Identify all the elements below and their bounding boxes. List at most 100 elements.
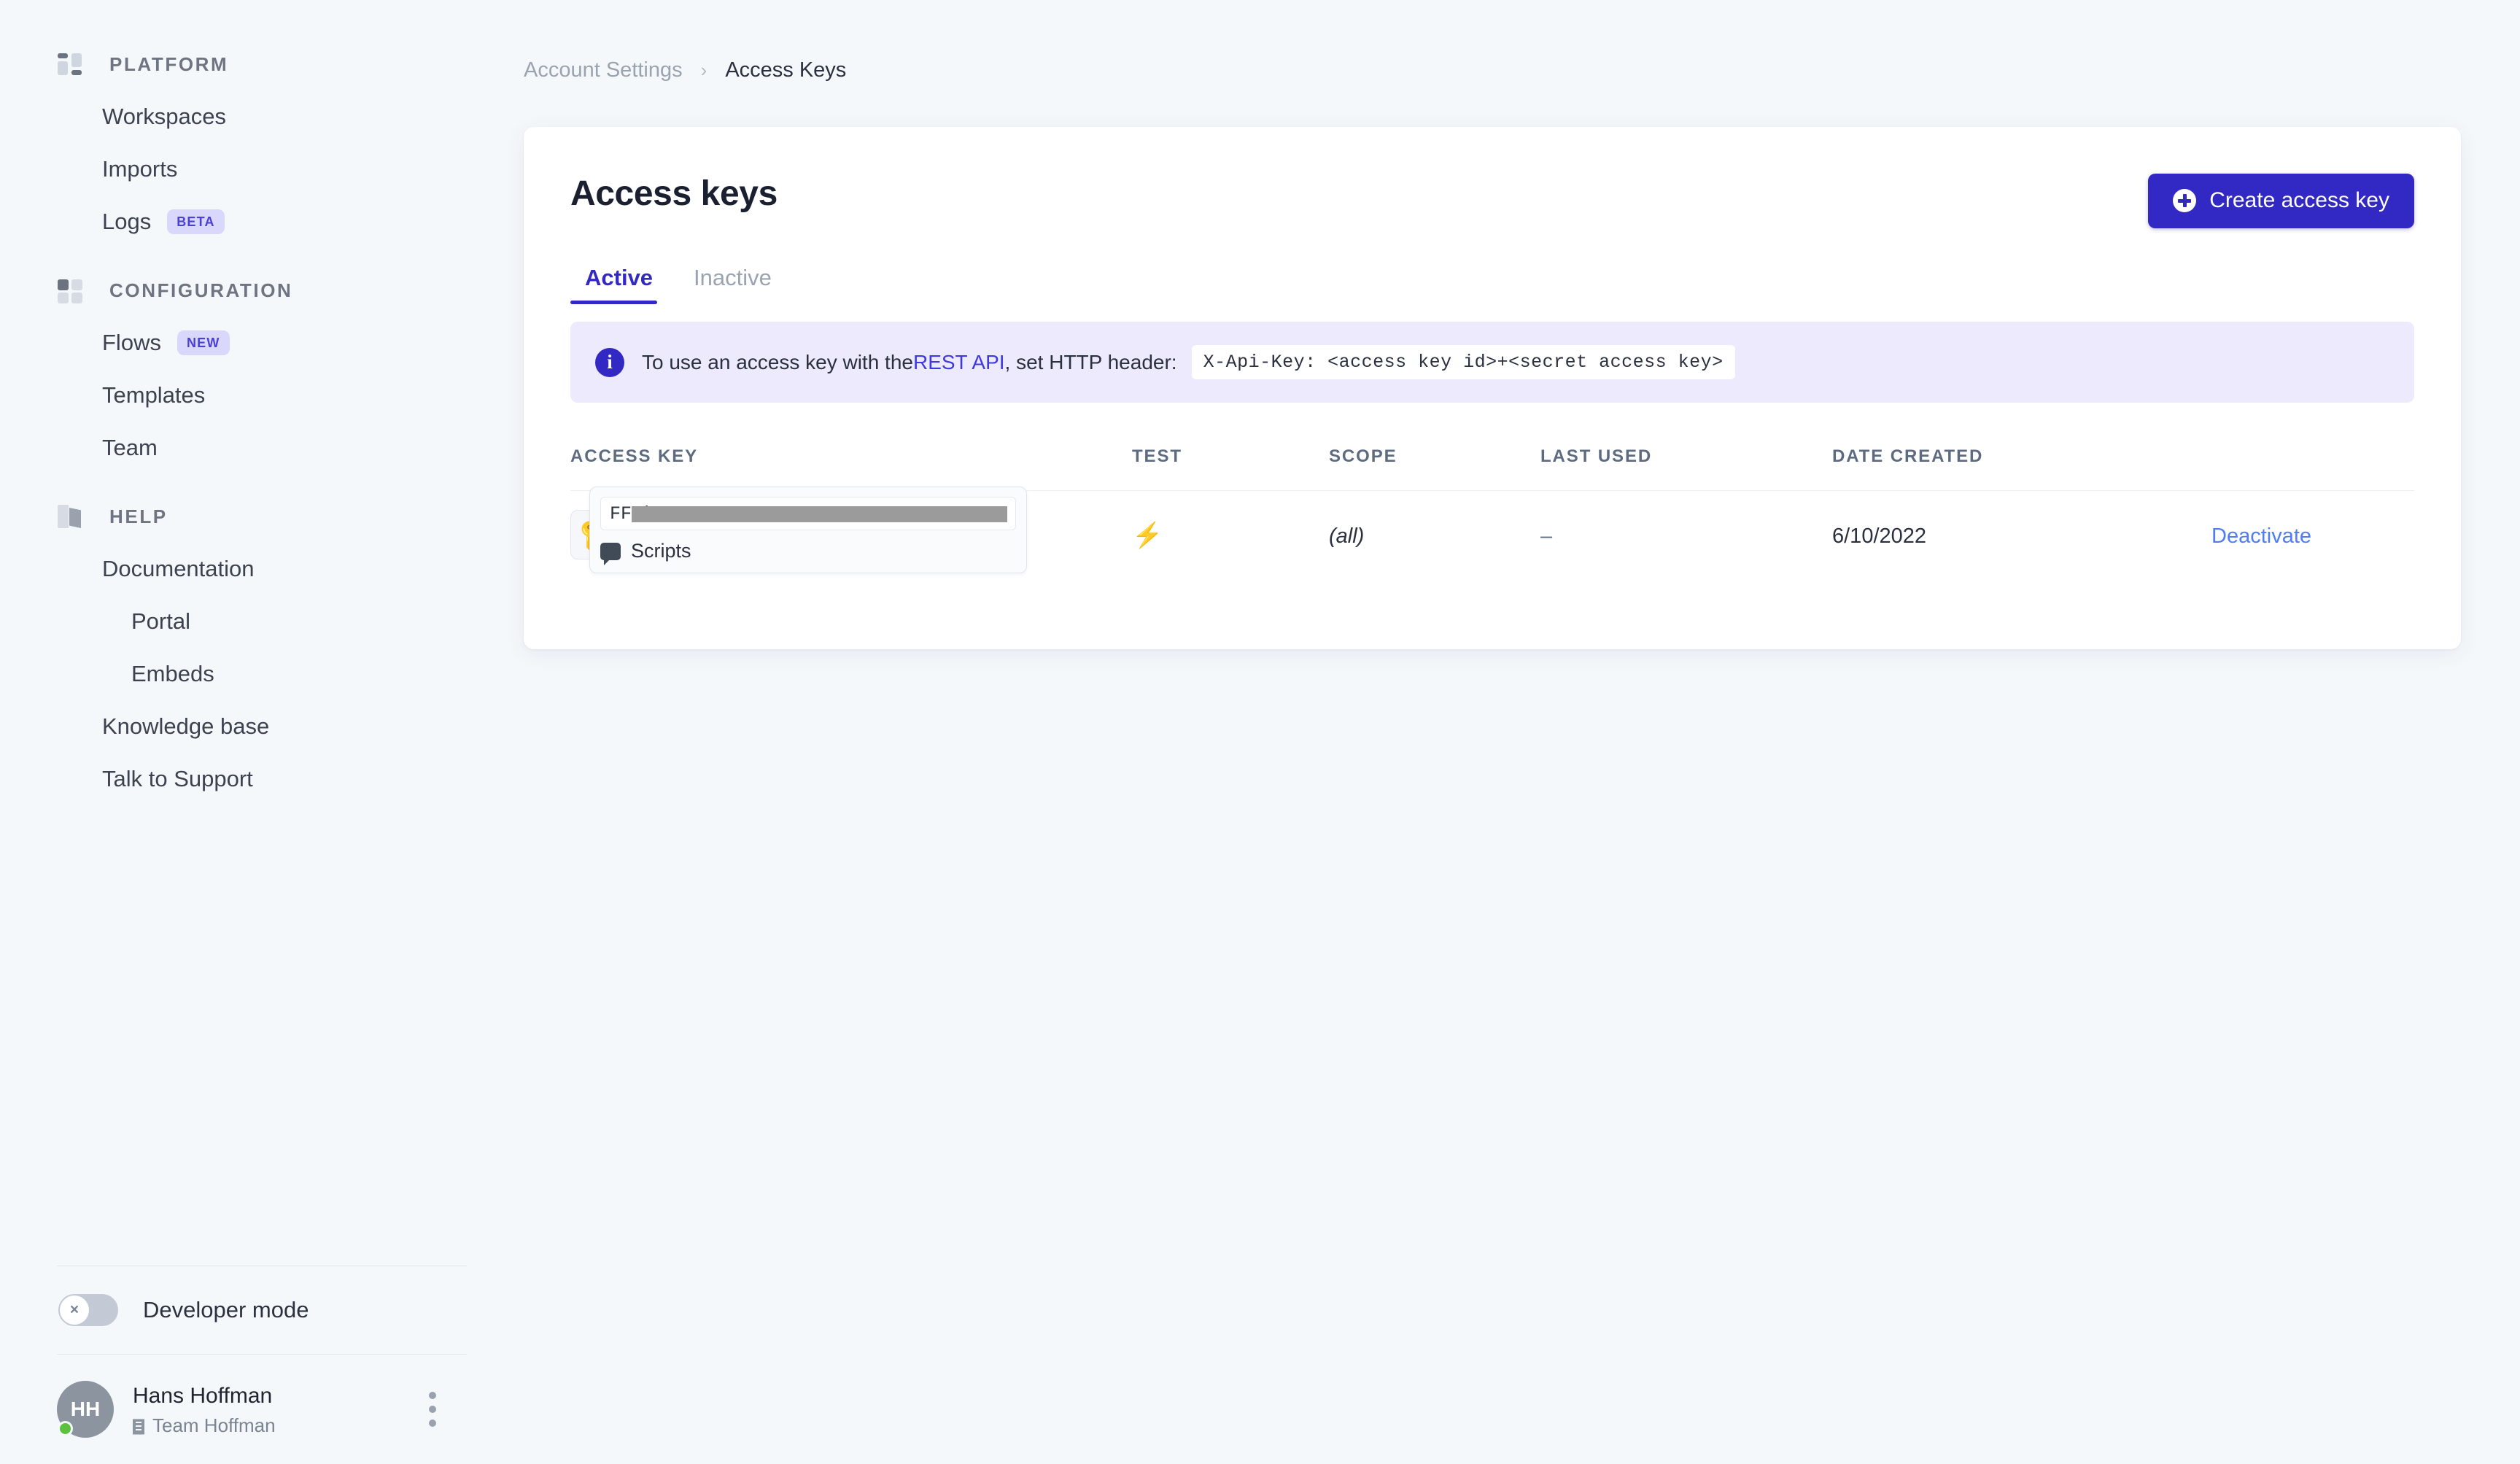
column-header-test: TEST bbox=[1132, 446, 1182, 466]
developer-mode-toggle[interactable]: × bbox=[58, 1294, 118, 1326]
user-name: Hans Hoffman bbox=[133, 1384, 273, 1408]
access-key-cell: 🔑 FF0) Scripts bbox=[570, 487, 1132, 573]
tab-label: Inactive bbox=[694, 265, 772, 290]
date-created-value: 6/10/2022 bbox=[1832, 524, 1927, 548]
cell-date-created: 6/10/2022 bbox=[1832, 491, 2211, 582]
book-icon bbox=[57, 503, 85, 530]
last-used-value: – bbox=[1540, 524, 1553, 548]
sidebar-item-label: Embeds bbox=[131, 661, 214, 686]
cell-access-key: 🔑 FF0) Scripts bbox=[570, 487, 1132, 582]
access-keys-table: ACCESS KEY TEST SCOPE LAST USED DATE CRE… bbox=[570, 446, 2414, 581]
main-content: Account Settings › Access Keys Access ke… bbox=[524, 0, 2520, 1464]
sidebar-item-flows[interactable]: Flows NEW bbox=[0, 317, 524, 369]
new-badge: NEW bbox=[177, 330, 230, 355]
comment-icon bbox=[600, 542, 621, 565]
user-options-kebab-icon[interactable] bbox=[429, 1392, 436, 1427]
sidebar-item-label: Knowledge base bbox=[102, 713, 270, 739]
sidebar-item-label: Team bbox=[102, 435, 158, 460]
access-key-note-label: Scripts bbox=[631, 540, 691, 562]
cell-last-used: – bbox=[1540, 491, 1832, 582]
sidebar-item-logs[interactable]: Logs BETA bbox=[0, 195, 524, 248]
developer-mode-row[interactable]: × Developer mode bbox=[0, 1266, 524, 1354]
sidebar-footer: × Developer mode HH Hans Hoffman Team Ho… bbox=[0, 1266, 524, 1464]
sidebar-item-talk-to-support[interactable]: Talk to Support bbox=[0, 753, 524, 805]
sidebar-section-help: HELP bbox=[0, 497, 524, 535]
tab-label: Active bbox=[585, 265, 654, 290]
column-header-access-key: ACCESS KEY bbox=[570, 446, 699, 466]
sidebar-item-label: Portal bbox=[131, 608, 190, 634]
banner-text-before: To use an access key with the bbox=[642, 350, 913, 373]
column-header-scope: SCOPE bbox=[1329, 446, 1397, 466]
column-header-actions bbox=[2211, 446, 2414, 491]
avatar-initials: HH bbox=[70, 1398, 101, 1420]
column-header-last-used: LAST USED bbox=[1540, 446, 1653, 466]
table-head: ACCESS KEY TEST SCOPE LAST USED DATE CRE… bbox=[570, 446, 2414, 491]
avatar: HH bbox=[57, 1381, 114, 1438]
redaction-bar bbox=[632, 506, 1007, 522]
create-access-key-button[interactable]: Create access key bbox=[2148, 174, 2414, 228]
cell-scope: (all) bbox=[1329, 491, 1540, 582]
developer-mode-label: Developer mode bbox=[143, 1297, 309, 1322]
sidebar-item-knowledge-base[interactable]: Knowledge base bbox=[0, 700, 524, 753]
breadcrumb: Account Settings › Access Keys bbox=[524, 0, 2520, 82]
sidebar-item-embeds[interactable]: Embeds bbox=[0, 648, 524, 700]
sidebar-section-configuration: CONFIGURATION bbox=[0, 271, 524, 309]
sidebar-section-label: PLATFORM bbox=[109, 53, 229, 75]
cell-test: ⚡ bbox=[1132, 491, 1329, 582]
table-header-row: ACCESS KEY TEST SCOPE LAST USED DATE CRE… bbox=[570, 446, 2414, 491]
access-key-note: Scripts bbox=[600, 540, 1016, 565]
breadcrumb-parent[interactable]: Account Settings bbox=[524, 58, 683, 82]
sidebar-section-platform: PLATFORM bbox=[0, 45, 524, 83]
create-access-key-label: Create access key bbox=[2209, 188, 2389, 212]
sidebar-item-label: Flows bbox=[102, 330, 161, 355]
scope-value: (all) bbox=[1329, 524, 1365, 548]
platform-grid-icon bbox=[57, 50, 85, 78]
plus-circle-icon bbox=[2173, 189, 2197, 212]
table-body: 🔑 FF0) Scripts bbox=[570, 487, 2414, 582]
user-team: Team Hoffman bbox=[133, 1414, 276, 1437]
deactivate-link[interactable]: Deactivate bbox=[2211, 524, 2311, 548]
sidebar-item-templates[interactable]: Templates bbox=[0, 369, 524, 422]
user-profile[interactable]: HH Hans Hoffman Team Hoffman bbox=[0, 1355, 524, 1464]
sidebar: PLATFORM Workspaces Imports Logs BETA CO… bbox=[0, 0, 524, 1464]
sidebar-item-label: Imports bbox=[102, 156, 178, 182]
table-row: 🔑 FF0) Scripts bbox=[570, 487, 2414, 582]
info-icon: i bbox=[595, 347, 624, 377]
rest-api-link[interactable]: REST API bbox=[913, 351, 1005, 374]
sidebar-nav: PLATFORM Workspaces Imports Logs BETA CO… bbox=[0, 0, 524, 805]
sidebar-item-label: Workspaces bbox=[102, 104, 226, 129]
sidebar-item-label: Templates bbox=[102, 382, 206, 408]
sidebar-item-label: Talk to Support bbox=[102, 766, 253, 791]
banner-text: To use an access key with the REST API ,… bbox=[642, 345, 1735, 379]
beta-badge: BETA bbox=[167, 209, 225, 234]
toggle-knob: × bbox=[60, 1295, 89, 1325]
card-header: Access keys Create access key bbox=[524, 127, 2461, 228]
chevron-right-icon: › bbox=[700, 59, 707, 81]
sidebar-item-imports[interactable]: Imports bbox=[0, 143, 524, 195]
cell-actions: Deactivate bbox=[2211, 491, 2414, 582]
access-keys-card: Access keys Create access key Active Ina… bbox=[524, 127, 2461, 649]
configuration-grid-icon bbox=[57, 276, 85, 304]
breadcrumb-current: Access Keys bbox=[725, 58, 847, 82]
sidebar-item-team[interactable]: Team bbox=[0, 422, 524, 474]
sidebar-item-documentation[interactable]: Documentation bbox=[0, 543, 524, 595]
access-key-value[interactable]: FF0) bbox=[600, 497, 1016, 530]
user-meta: Hans Hoffman Team Hoffman bbox=[133, 1382, 276, 1437]
online-status-dot bbox=[58, 1421, 73, 1436]
tabs: Active Inactive bbox=[524, 228, 2461, 304]
sidebar-section-label: CONFIGURATION bbox=[109, 279, 293, 301]
lightning-bolt-icon[interactable]: ⚡ bbox=[1132, 522, 1163, 549]
tab-active[interactable]: Active bbox=[570, 265, 667, 304]
sidebar-item-portal[interactable]: Portal bbox=[0, 595, 524, 648]
sidebar-item-label: Logs bbox=[102, 209, 152, 234]
sidebar-item-workspaces[interactable]: Workspaces bbox=[0, 90, 524, 143]
http-header-code: X-Api-Key: <access key id>+<secret acces… bbox=[1191, 345, 1735, 379]
sidebar-item-label: Documentation bbox=[102, 556, 255, 581]
page-title: Access keys bbox=[570, 174, 778, 213]
access-key-popup: FF0) Scripts bbox=[589, 487, 1027, 573]
tab-inactive[interactable]: Inactive bbox=[679, 265, 786, 304]
user-team-label: Team Hoffman bbox=[152, 1414, 276, 1436]
building-icon bbox=[133, 1417, 144, 1435]
rest-api-info-banner: i To use an access key with the REST API… bbox=[570, 322, 2414, 403]
banner-text-after: , set HTTP header: bbox=[1004, 350, 1177, 373]
